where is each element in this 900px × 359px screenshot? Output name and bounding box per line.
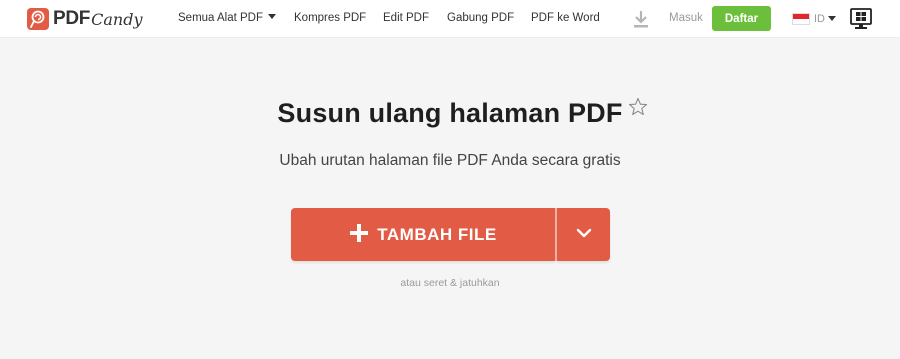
- logo-text-pdf: PDF: [53, 8, 91, 29]
- logo-text-candy: Candy: [91, 9, 143, 29]
- login-link[interactable]: Masuk: [669, 12, 703, 24]
- caret-down-icon: [828, 15, 836, 21]
- language-code: ID: [814, 13, 825, 25]
- lollipop-logo-icon: [27, 8, 49, 30]
- top-header: PDF Candy Semua Alat PDF Kompres PDF Edi…: [0, 0, 900, 38]
- upload-source-dropdown-button[interactable]: [557, 208, 610, 261]
- download-icon[interactable]: [632, 9, 650, 29]
- windows-desktop-icon[interactable]: [850, 8, 872, 30]
- title-row: Susun ulang halaman PDF: [0, 98, 900, 129]
- indonesia-flag-icon: [792, 13, 810, 25]
- caret-down-icon: [268, 14, 277, 20]
- page-subtitle: Ubah urutan halaman file PDF Anda secara…: [279, 152, 621, 169]
- nav-pdf-to-word[interactable]: PDF ke Word: [531, 12, 600, 24]
- plus-icon: [349, 220, 369, 248]
- add-file-button[interactable]: TAMBAH FILE: [291, 208, 555, 261]
- signup-button[interactable]: Daftar: [712, 6, 771, 31]
- star-icon[interactable]: [628, 97, 648, 117]
- pdfcandy-logo[interactable]: PDF Candy: [27, 7, 142, 31]
- nav-merge-pdf[interactable]: Gabung PDF: [447, 12, 514, 24]
- nav-all-tools[interactable]: Semua Alat PDF: [178, 12, 277, 24]
- drag-drop-hint: atau seret & jatuhkan: [400, 277, 500, 289]
- page-title: Susun ulang halaman PDF: [277, 98, 623, 128]
- nav-edit-pdf[interactable]: Edit PDF: [383, 12, 429, 24]
- nav-compress-pdf[interactable]: Kompres PDF: [294, 12, 366, 24]
- add-file-label: TAMBAH FILE: [377, 224, 497, 244]
- chevron-down-icon: [575, 227, 593, 242]
- nav-all-tools-label: Semua Alat PDF: [178, 12, 264, 24]
- language-selector[interactable]: ID: [792, 11, 836, 27]
